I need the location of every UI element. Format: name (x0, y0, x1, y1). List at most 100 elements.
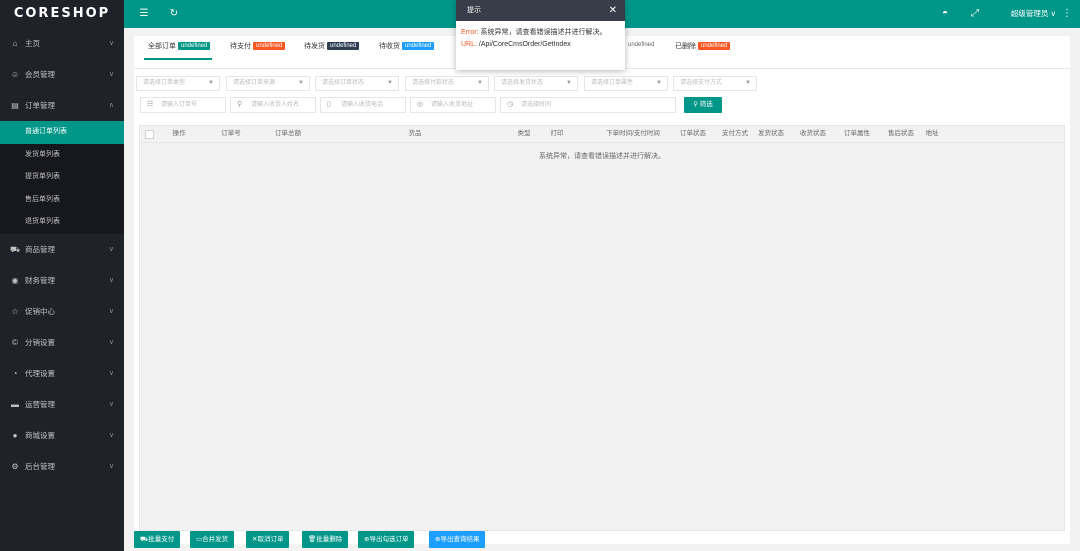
mall-icon: ● (12, 430, 18, 440)
order-number-input[interactable]: ☷ 请输入订单号 (140, 97, 226, 113)
batch-delete-button[interactable]: 🗑批量删除 (302, 531, 349, 548)
sidebar-subitem-return-list[interactable]: 退货单列表 (0, 211, 124, 234)
dropdown-arrow-icon: ▼ (656, 80, 662, 86)
hamburger-icon[interactable]: ☰ (137, 7, 151, 21)
error-label: Error: (461, 29, 479, 36)
shipping-status-select[interactable]: 请选择发货状态 ▼ (494, 76, 578, 91)
table-body (139, 143, 1065, 531)
cancel-order-button[interactable]: ✕取消订单 (246, 531, 290, 548)
sidebar-item-label: 代理设置 (25, 368, 55, 378)
order-type-select[interactable]: 请选择订单类型 ▼ (136, 76, 220, 91)
chevron-down-icon: ∨ (108, 40, 114, 47)
fullscreen-icon[interactable]: ⤢ (968, 7, 982, 21)
sidebar-item-label: 主页 (25, 39, 40, 48)
sidebar-item-label: 财务管理 (25, 275, 55, 285)
phone-icon: ▯ (327, 101, 331, 108)
user-menu[interactable]: 超级管理员 ∨ (1011, 0, 1056, 28)
input-placeholder: 请输入订单号 (161, 102, 198, 108)
sidebar-item-products[interactable]: ⛟ 商品管理 ∨ (0, 234, 124, 265)
error-text: 系统异常，请查看错误描述并进行解决。 (480, 29, 607, 36)
more-vertical-icon[interactable]: ⋮ (1060, 7, 1074, 21)
payment-status-select[interactable]: 请选择付款状态 ▼ (405, 76, 489, 91)
cart-icon: ⛟ (140, 536, 149, 543)
select-placeholder: 请选择订单属性 (591, 80, 634, 86)
export-selected-button[interactable]: ⊕导出勾选订单 (358, 531, 415, 548)
sidebar-item-promotion[interactable]: ☆ 促销中心 ∨ (0, 296, 124, 327)
close-icon[interactable]: ✕ (609, 0, 617, 21)
chevron-down-icon: ∨ (108, 400, 114, 408)
column-header: 打印 (550, 130, 564, 137)
select-placeholder: 请选择订单状态 (322, 80, 365, 86)
clock-icon: ◷ (507, 101, 514, 108)
sidebar-item-orders[interactable]: ▤ 订单管理 ∧ (0, 90, 124, 121)
agent-icon: ◔ (12, 368, 18, 378)
order-source-select[interactable]: 请选择订单来源 ▼ (226, 76, 310, 91)
sidebar-item-home[interactable]: ⌂ 主页 ∨ (0, 28, 124, 59)
sidebar-item-label: 运营管理 (25, 399, 55, 409)
sidebar-item-finance[interactable]: ◉ 财务管理 ∨ (0, 265, 124, 296)
consignee-address-input[interactable]: ◎ 请输入收货地址 (410, 97, 496, 113)
dropdown-arrow-icon: ▼ (387, 80, 393, 86)
tab-pending-shipment[interactable]: 待发货 undefined (304, 41, 360, 51)
sidebar-item-agent[interactable]: ◔ 代理设置 ∨ (0, 358, 124, 389)
date-range-input[interactable]: ◷ 请选择时间 (500, 97, 676, 113)
tab-pending-receipt[interactable]: 待收货 undefined (379, 41, 435, 51)
payment-method-select[interactable]: 请选择支付方式 ▼ (673, 76, 757, 91)
tab-label: 待支付 (230, 43, 251, 50)
consignee-name-input[interactable]: ⚲ 请输入收货人姓名 (230, 97, 316, 113)
tab-count-badge: undefined (402, 42, 435, 50)
dialog-title: 提示 (467, 7, 481, 14)
select-placeholder: 请选择付款状态 (412, 80, 455, 86)
column-header: 操作 (172, 130, 186, 137)
refresh-icon[interactable]: ↻ (167, 7, 181, 21)
select-placeholder: 请选择订单类型 (143, 80, 186, 86)
order-attribute-select[interactable]: 请选择订单属性 ▼ (584, 76, 668, 91)
search-icon: ⚲ (693, 101, 700, 108)
tab-hidden-status[interactable]: undefined (628, 41, 654, 48)
column-header: 订单属性 (844, 130, 870, 137)
chevron-down-icon: ∨ (108, 369, 114, 377)
column-header: 货品 (408, 130, 422, 137)
sidebar-item-admin[interactable]: ⚙ 后台管理 ∨ (0, 451, 124, 482)
input-placeholder: 请输入收货人姓名 (251, 102, 300, 108)
input-placeholder: 请选择时间 (521, 102, 552, 108)
column-header: 支付方式 (722, 130, 748, 137)
column-header: 订单总额 (275, 130, 301, 137)
settings-icon: ⚙ (11, 461, 19, 471)
filter-button[interactable]: ⚲ 筛选 (684, 97, 722, 113)
sidebar-item-label: 分销设置 (25, 337, 55, 347)
sidebar-subitem-delivery-list[interactable]: 发货单列表 (0, 144, 124, 167)
chevron-down-icon: ∨ (108, 276, 114, 284)
button-label: 导出勾选订单 (369, 536, 409, 543)
dropdown-arrow-icon: ▼ (745, 80, 751, 86)
tab-deleted[interactable]: 已删除 undefined (675, 41, 731, 51)
sidebar-item-distribution[interactable]: © 分销设置 ∨ (0, 327, 124, 358)
consignee-phone-input[interactable]: ▯ 请输入收货电话 (320, 97, 406, 113)
tab-pending-payment[interactable]: 待支付 undefined (230, 41, 286, 51)
active-tab-indicator (144, 58, 212, 60)
sidebar-item-members[interactable]: ☺ 会员管理 ∨ (0, 59, 124, 90)
export-query-result-button[interactable]: ⊕导出查询结果 (429, 531, 486, 548)
sidebar-subitem-normal-orders[interactable]: 普通订单列表 (0, 121, 124, 144)
sidebar-subitem-aftersale-list[interactable]: 售后单列表 (0, 189, 124, 212)
order-status-select[interactable]: 请选择订单状态 ▼ (315, 76, 399, 91)
tab-all-orders[interactable]: 全部订单 undefined (148, 41, 211, 51)
theme-icon[interactable]: ◓ (938, 7, 952, 21)
column-header: 下单时间/支付时间 (606, 130, 660, 137)
sidebar-item-operation[interactable]: ▬ 运营管理 ∨ (0, 389, 124, 420)
sidebar-item-label: 会员管理 (25, 70, 55, 79)
merge-shipment-button[interactable]: ▭合并发货 (190, 531, 235, 548)
app-logo: CORESHOP (0, 0, 124, 28)
batch-pay-button[interactable]: ⛟批量支付 (134, 531, 181, 548)
dialog-body: Error: 系统异常，请查看错误描述并进行解决。 URL: /Api/Core… (456, 21, 625, 51)
sidebar-subitem-pickup-list[interactable]: 提货单列表 (0, 166, 124, 189)
column-header: 地址 (925, 130, 939, 137)
column-header: 售后状态 (888, 130, 914, 137)
chevron-down-icon: ∨ (108, 462, 114, 470)
sidebar-item-label: 促销中心 (25, 306, 55, 316)
tab-label: 待收货 (379, 43, 400, 50)
select-all-checkbox[interactable] (145, 130, 154, 139)
sidebar-item-mall-settings[interactable]: ● 商城设置 ∨ (0, 420, 124, 451)
chevron-down-icon: ∨ (108, 307, 114, 315)
location-icon: ◎ (417, 101, 424, 108)
